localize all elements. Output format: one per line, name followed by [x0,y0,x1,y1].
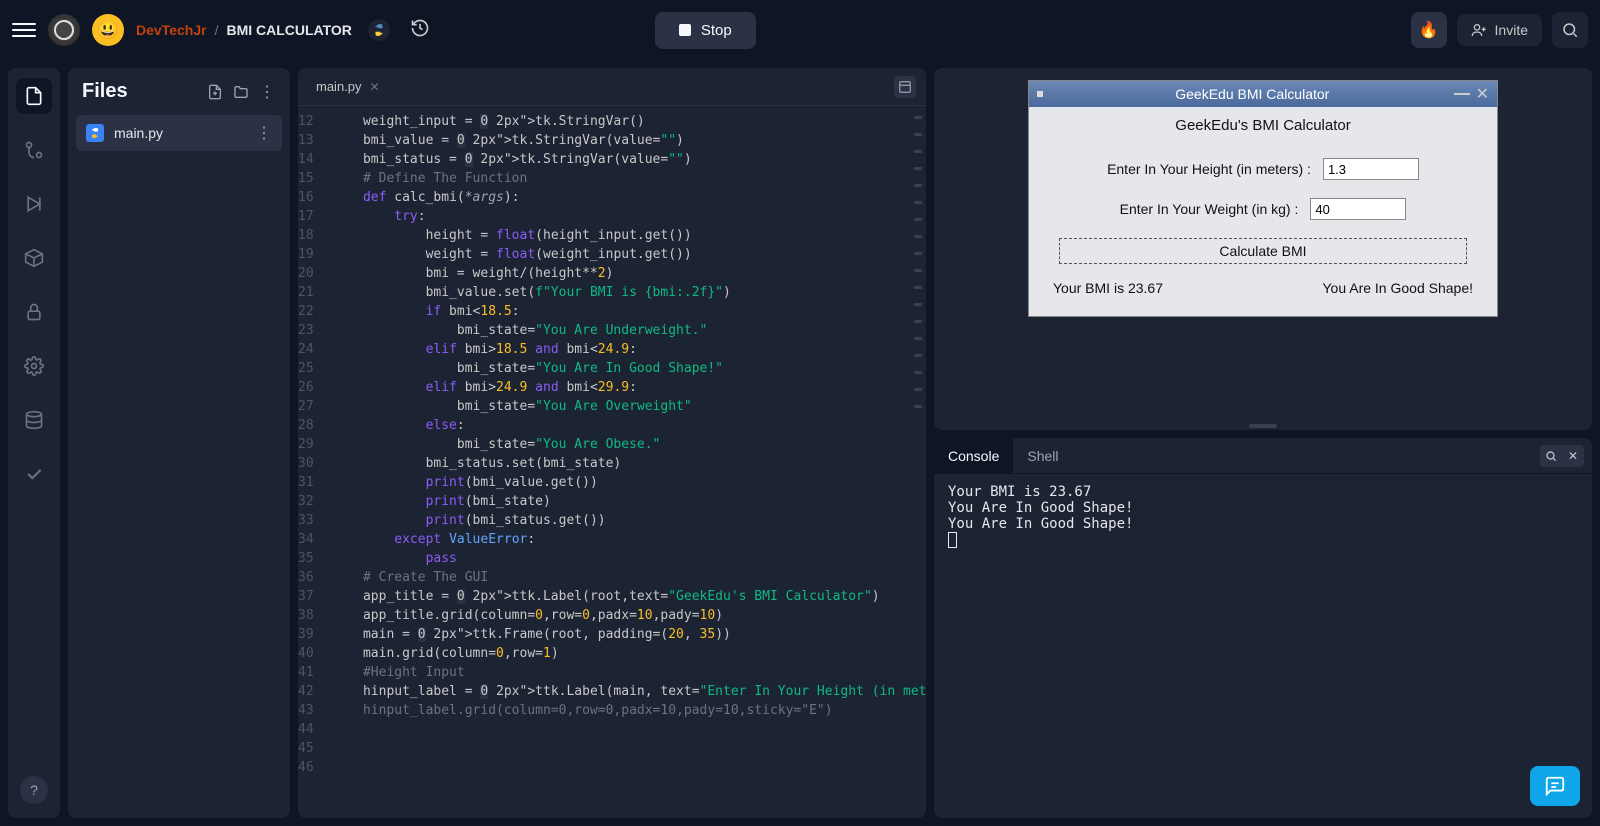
rail-settings[interactable] [16,348,52,384]
rail-packages[interactable] [16,240,52,276]
code-editor[interactable]: 1213141516171819202122232425262728293031… [298,106,926,818]
close-icon[interactable]: ✕ [1476,84,1489,104]
rail-secrets[interactable] [16,294,52,330]
help-button[interactable]: ? [20,776,48,804]
avatar[interactable]: 😃 [92,14,124,46]
tab-shell[interactable]: Shell [1013,438,1072,473]
menu-icon[interactable] [12,18,36,42]
status-result: You Are In Good Shape! [1323,280,1474,296]
weight-label: Enter In Your Weight (in kg) : [1120,201,1299,217]
rail-tests[interactable] [16,456,52,492]
editor-layout-icon[interactable] [894,76,916,98]
stop-button[interactable]: Stop [655,12,756,49]
chat-fab[interactable] [1530,766,1580,806]
file-name: main.py [114,125,246,141]
file-more-icon[interactable]: ⋮ [256,123,272,143]
breadcrumb: DevTechJr / BMI CALCULATOR [136,22,352,38]
tab-console[interactable]: Console [934,438,1013,473]
breadcrumb-sep: / [215,22,219,38]
left-rail: ? [8,68,60,818]
python-file-icon [86,124,104,142]
app-titlebar[interactable]: GeekEdu BMI Calculator ✕ [1029,81,1497,107]
tab-close-icon[interactable]: ✕ [370,80,380,94]
invite-icon [1471,22,1487,38]
app-menu-icon [1037,91,1043,97]
height-label: Enter In Your Height (in meters) : [1107,161,1311,177]
invite-button[interactable]: Invite [1457,14,1542,46]
output-panel: GeekEdu BMI Calculator ✕ GeekEdu's BMI C… [934,68,1592,430]
history-icon[interactable] [410,18,430,43]
files-panel: Files ⋮ main.py ⋮ [68,68,290,818]
python-badge [368,19,390,41]
breadcrumb-user[interactable]: DevTechJr [136,22,207,38]
height-input[interactable] [1323,158,1419,180]
search-icon[interactable] [1552,12,1588,48]
console-clear-icon[interactable]: ✕ [1562,445,1584,467]
rail-files[interactable] [16,78,52,114]
minimize-icon[interactable] [1454,93,1470,95]
streak-icon[interactable]: 🔥 [1411,12,1447,48]
minimap[interactable] [914,116,922,408]
rail-version[interactable] [16,132,52,168]
files-title: Files [82,80,198,103]
editor-panel: main.py ✕ 121314151617181920212223242526… [298,68,926,818]
breadcrumb-project[interactable]: BMI CALCULATOR [226,22,351,38]
app-heading: GeekEdu's BMI Calculator [1049,113,1477,158]
rail-debug[interactable] [16,186,52,222]
bmi-result: Your BMI is 23.67 [1053,280,1163,296]
app-window-title: GeekEdu BMI Calculator [1051,86,1454,102]
new-file-icon[interactable] [206,84,224,100]
console-search-icon[interactable] [1540,445,1562,467]
calculate-button[interactable]: Calculate BMI [1059,238,1467,264]
console-output[interactable]: Your BMI is 23.67 You Are In Good Shape!… [934,474,1592,818]
invite-label: Invite [1495,22,1528,38]
files-more-icon[interactable]: ⋮ [258,82,276,102]
new-folder-icon[interactable] [232,84,250,100]
stop-icon [679,24,691,36]
panel-resize-handle[interactable] [1249,424,1277,428]
editor-tab[interactable]: main.py ✕ [308,75,388,98]
tab-label: main.py [316,79,362,94]
rail-database[interactable] [16,402,52,438]
weight-input[interactable] [1310,198,1406,220]
stop-label: Stop [701,22,732,39]
file-item[interactable]: main.py ⋮ [76,115,282,151]
replit-logo[interactable] [48,14,80,46]
app-window: GeekEdu BMI Calculator ✕ GeekEdu's BMI C… [1028,80,1498,317]
console-panel: Console Shell ✕ Your BMI is 23.67 You Ar… [934,438,1592,818]
